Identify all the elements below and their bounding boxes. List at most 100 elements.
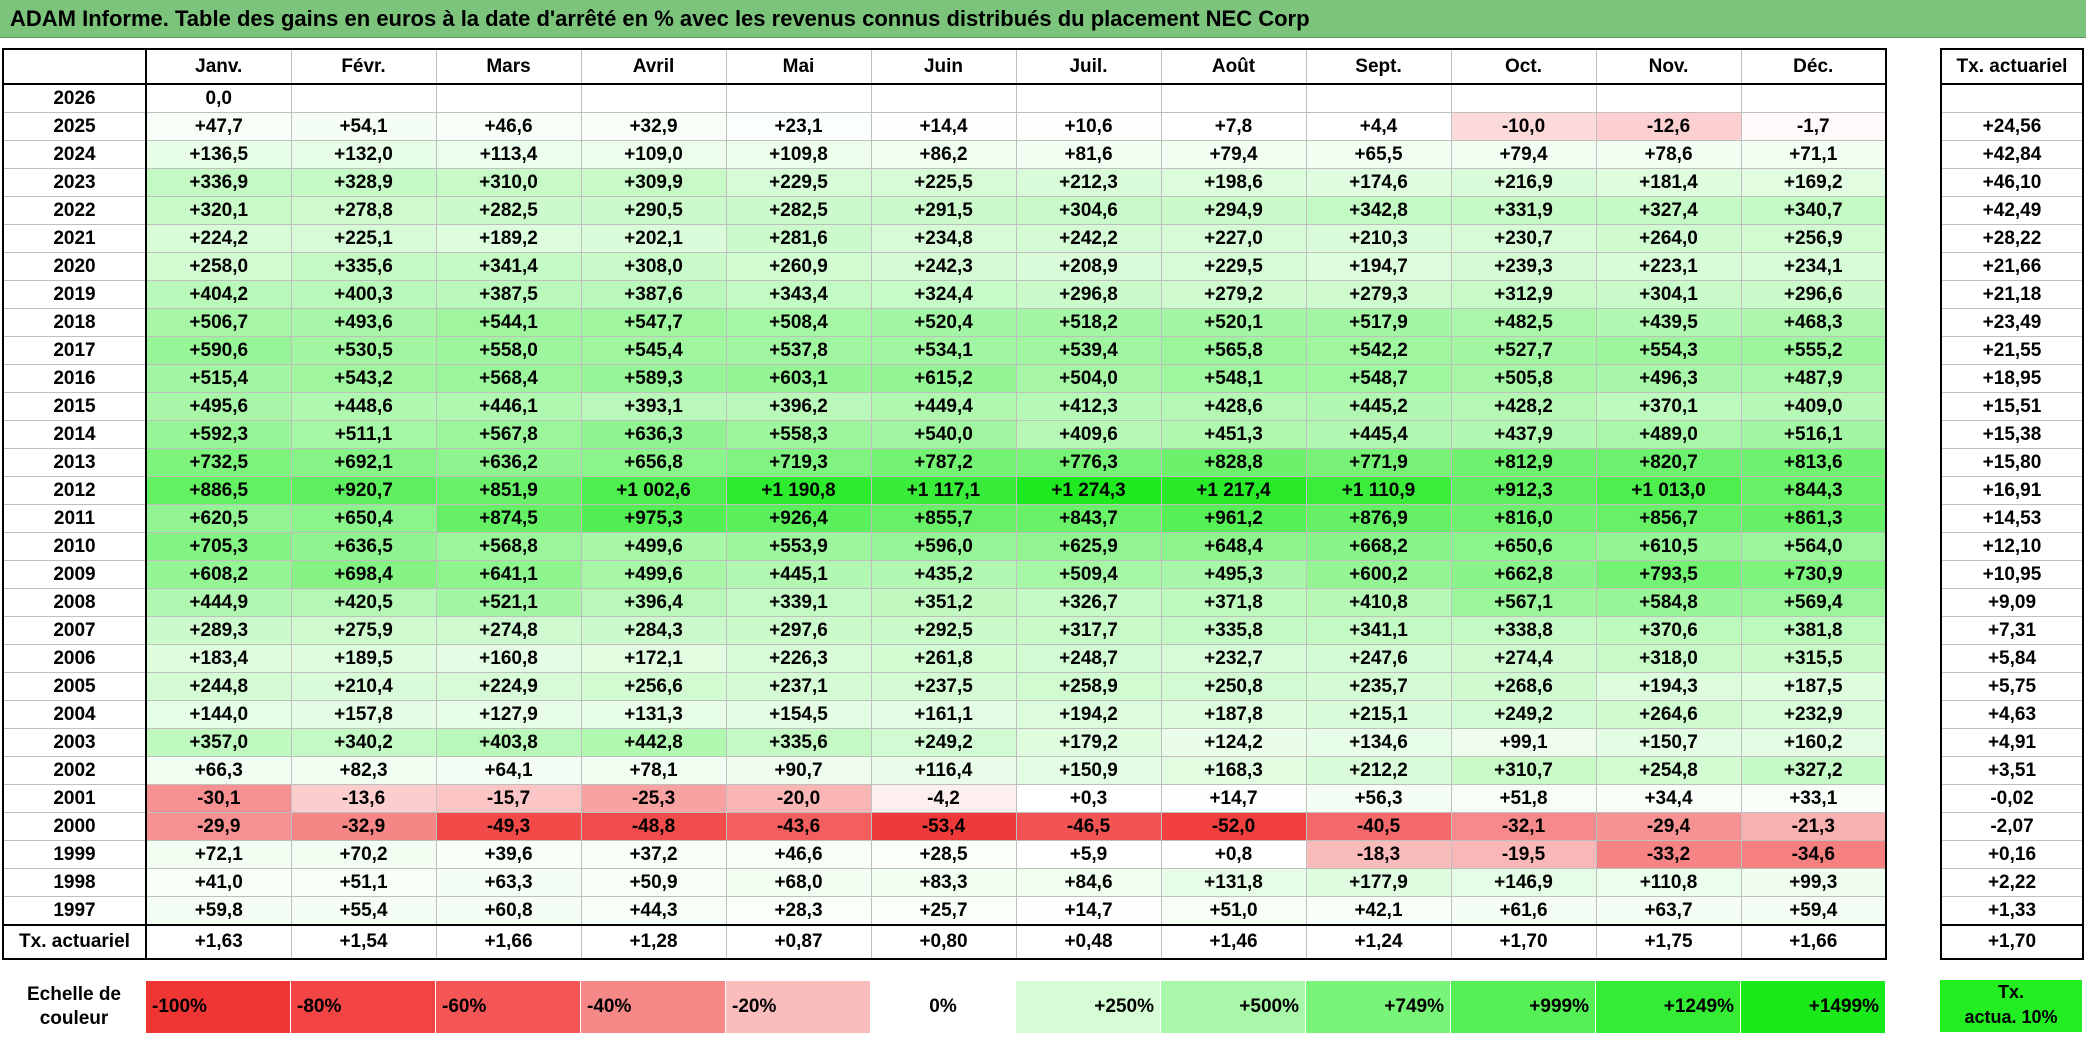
rate-row: +1,33 [1940, 896, 2084, 926]
gain-cell: +543,2 [290, 364, 437, 393]
gain-cell: +229,5 [725, 168, 872, 197]
gain-cell: +84,6 [1015, 868, 1162, 897]
table-row: 2003 +357,0 +340,2 +403,8 +442,8 +335,6 +249,2… [2, 728, 1887, 757]
gain-cell: +412,3 [1015, 392, 1162, 421]
year-cell: 1998 [2, 868, 147, 897]
totals-cell: +0,80 [870, 924, 1017, 960]
gain-cell: +545,4 [580, 336, 727, 365]
gain-cell: -30,1 [145, 784, 292, 813]
gain-cell: -52,0 [1160, 812, 1307, 841]
rate-row: +5,84 [1940, 644, 2084, 673]
rate-header: Tx. actuariel [1940, 48, 2084, 85]
year-cell: 2018 [2, 308, 147, 337]
year-cell: 2007 [2, 616, 147, 645]
gain-cell: +279,2 [1160, 280, 1307, 309]
gain-cell: +335,6 [725, 728, 872, 757]
gain-cell: +547,7 [580, 308, 727, 337]
gain-cell: +41,0 [145, 868, 292, 897]
gain-cell: +234,8 [870, 224, 1017, 253]
year-cell: 2014 [2, 420, 147, 449]
gain-cell: +403,8 [435, 728, 582, 757]
gain-cell: +14,7 [1015, 896, 1162, 926]
gain-cell: +370,6 [1595, 616, 1742, 645]
legend-label: Echelle de couleur [2, 980, 146, 1034]
month-header: Mai [725, 48, 872, 85]
gain-cell: +282,5 [725, 196, 872, 225]
gain-cell: -29,4 [1595, 812, 1742, 841]
gain-cell: +505,8 [1450, 364, 1597, 393]
rate-row: +28,22 [1940, 224, 2084, 253]
year-cell: 2021 [2, 224, 147, 253]
gain-cell: +109,8 [725, 140, 872, 169]
table-row: 2007 +289,3 +275,9 +274,8 +284,3 +297,6 +292,5… [2, 616, 1887, 645]
gain-cell: +46,6 [725, 840, 872, 869]
gain-cell: +410,8 [1305, 588, 1452, 617]
gain-cell: +518,2 [1015, 308, 1162, 337]
gain-cell: +387,6 [580, 280, 727, 309]
gain-cell: +61,6 [1450, 896, 1597, 926]
gain-cell: +71,1 [1740, 140, 1887, 169]
gain-cell: +396,4 [580, 588, 727, 617]
gain-cell: +189,2 [435, 224, 582, 253]
gain-cell: +331,9 [1450, 196, 1597, 225]
gain-cell: +187,8 [1160, 700, 1307, 729]
gain-cell: +264,0 [1595, 224, 1742, 253]
gain-cell: +813,6 [1740, 448, 1887, 477]
rate-cell: +7,31 [1940, 616, 2084, 645]
rate-cell: +4,63 [1940, 700, 2084, 729]
year-cell: 2016 [2, 364, 147, 393]
gain-cell: +553,9 [725, 532, 872, 561]
month-header: Déc. [1740, 48, 1887, 85]
rate-cell: +10,95 [1940, 560, 2084, 589]
gain-cell: +51,1 [290, 868, 437, 897]
gain-cell: +312,9 [1450, 280, 1597, 309]
year-cell: 2025 [2, 112, 147, 141]
gain-cell: +51,0 [1160, 896, 1307, 926]
gain-cell: +79,4 [1160, 140, 1307, 169]
gain-cell: +194,3 [1595, 672, 1742, 701]
gain-cell: -53,4 [870, 812, 1017, 841]
gain-cell: +150,7 [1595, 728, 1742, 757]
gain-cell: +615,2 [870, 364, 1017, 393]
gain-cell: +641,1 [435, 560, 582, 589]
rate-row: +18,95 [1940, 364, 2084, 393]
corner-cell [3, 49, 147, 85]
gain-cell: +10,6 [1015, 112, 1162, 141]
gain-cell: +1 110,9 [1305, 476, 1452, 505]
gain-cell: +521,1 [435, 588, 582, 617]
month-header: Févr. [290, 48, 437, 85]
gain-cell: +212,3 [1015, 168, 1162, 197]
gain-cell: +584,8 [1595, 588, 1742, 617]
rate-cell: +15,38 [1940, 420, 2084, 449]
table-row: 2017 +590,6 +530,5 +558,0 +545,4 +537,8 +534,1… [2, 336, 1887, 365]
year-cell: 2005 [2, 672, 147, 701]
table-row: 2016 +515,4 +543,2 +568,4 +589,3 +603,1 +615,2… [2, 364, 1887, 393]
year-cell: 2011 [2, 504, 147, 533]
gain-cell: +489,0 [1595, 420, 1742, 449]
gain-cell: +51,8 [1450, 784, 1597, 813]
rate-row: +10,95 [1940, 560, 2084, 589]
gain-cell: +565,8 [1160, 336, 1307, 365]
legend-swatch: -40% [580, 980, 726, 1034]
gain-cell: +600,2 [1305, 560, 1452, 589]
gain-cell: +342,8 [1305, 196, 1452, 225]
gain-cell: +183,4 [145, 644, 292, 673]
rate-row: +15,80 [1940, 448, 2084, 477]
gain-cell: +25,7 [870, 896, 1017, 926]
gain-cell: +161,1 [870, 700, 1017, 729]
gain-cell: +539,4 [1015, 336, 1162, 365]
gain-cell: +28,3 [725, 896, 872, 926]
year-cell: 2010 [2, 532, 147, 561]
gain-cell [1160, 83, 1307, 113]
rate-cell [1940, 83, 2084, 113]
gain-cell: -1,7 [1740, 112, 1887, 141]
gain-cell: +237,1 [725, 672, 872, 701]
gain-cell: +226,3 [725, 644, 872, 673]
gain-cell: +310,7 [1450, 756, 1597, 785]
gain-cell: +244,8 [145, 672, 292, 701]
gain-cell: +235,7 [1305, 672, 1452, 701]
gain-cell: +1 013,0 [1595, 476, 1742, 505]
year-cell: 2002 [2, 756, 147, 785]
rate-cell: +28,22 [1940, 224, 2084, 253]
gain-cell: +198,6 [1160, 168, 1307, 197]
